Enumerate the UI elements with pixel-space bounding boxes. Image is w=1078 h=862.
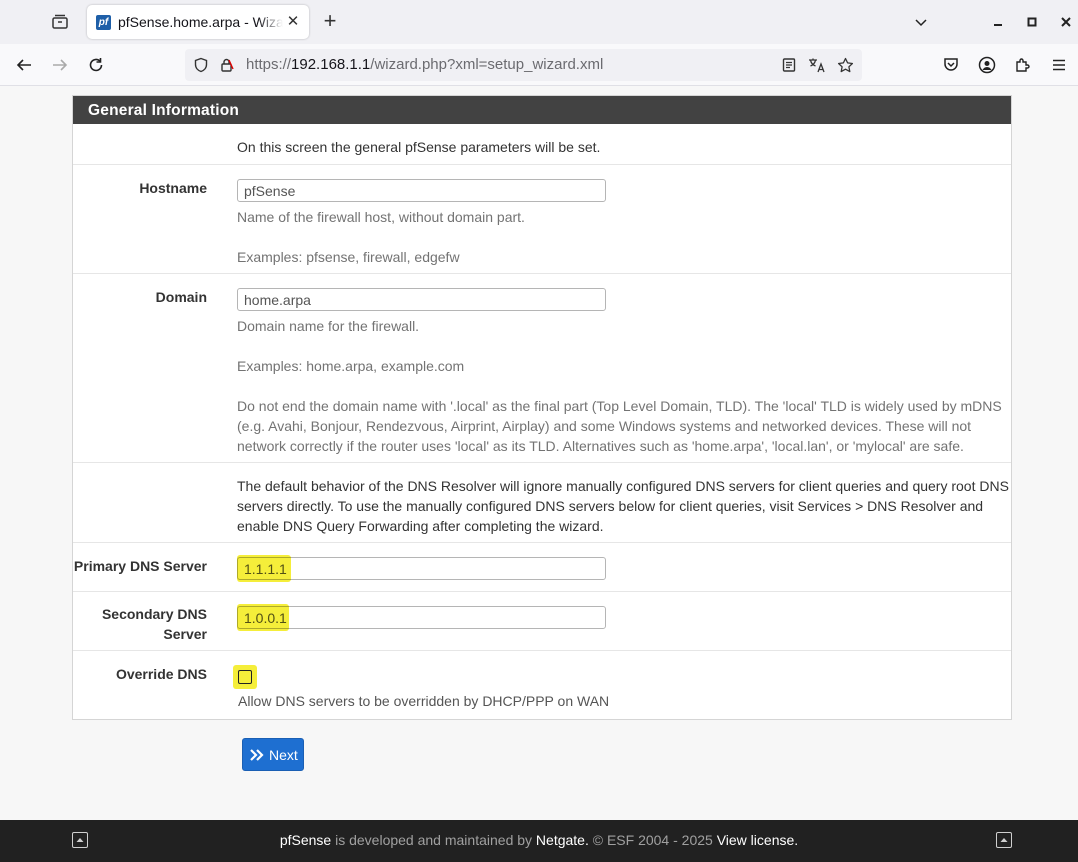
panel-heading: General Information <box>73 96 1011 124</box>
hostname-label: Hostname <box>139 180 207 196</box>
navigation-bar: https://192.168.1.1/wizard.php?xml=setup… <box>0 44 1078 86</box>
dns-note-line-3: enable DNS Query Forwarding after comple… <box>237 518 604 534</box>
primary-dns-input[interactable] <box>237 557 606 580</box>
hostname-examples: Examples: pfsense, firewall, edgefw <box>237 249 460 265</box>
reload-icon[interactable] <box>84 53 108 77</box>
intro-row: On this screen the general pfSense param… <box>73 124 1011 165</box>
primary-dns-label: Primary DNS Server <box>73 558 207 574</box>
dns-note-line-2: servers directly. To use the manually co… <box>237 498 984 514</box>
view-license-link[interactable]: View license. <box>717 832 798 848</box>
connection-warning-lock-icon[interactable] <box>218 56 236 74</box>
footer-text-1: is developed and maintained by <box>331 832 536 848</box>
extensions-puzzle-icon[interactable] <box>1011 53 1035 77</box>
footer: pfSense is developed and maintained by N… <box>0 820 1078 862</box>
override-dns-label: Override DNS <box>115 666 207 682</box>
tracking-shield-icon[interactable] <box>192 56 210 74</box>
translate-icon[interactable] <box>808 56 826 74</box>
primary-dns-row: Primary DNS Server <box>73 543 1011 592</box>
domain-help: Domain name for the firewall. <box>237 318 420 334</box>
override-dns-checkbox[interactable] <box>238 670 252 684</box>
browser-tab[interactable]: pf pfSense.home.arpa - Wizard ✕ <box>87 5 309 39</box>
general-information-panel: General Information On this screen the g… <box>72 95 1012 720</box>
tab-title: pfSense.home.arpa - Wizard <box>118 14 283 30</box>
hostname-help: Name of the firewall host, without domai… <box>237 209 525 225</box>
next-button[interactable]: Next <box>242 738 304 771</box>
domain-local-warning-line-1: Do not end the domain name with '.local'… <box>237 398 1002 414</box>
pfsense-favicon-icon: pf <box>96 14 111 30</box>
secondary-dns-label: Secondary DNS Server <box>102 604 207 644</box>
intro-text: On this screen the general pfSense param… <box>237 139 601 155</box>
close-window-icon[interactable] <box>1054 10 1078 34</box>
secondary-dns-input[interactable] <box>237 606 606 629</box>
override-dns-help: Allow DNS servers to be overridden by DH… <box>238 693 610 709</box>
domain-local-warning-line-3: network correctly if the router uses 'lo… <box>237 438 964 454</box>
hostname-row: Hostname Name of the firewall host, with… <box>73 165 1011 274</box>
address-bar[interactable]: https://192.168.1.1/wizard.php?xml=setup… <box>185 49 862 81</box>
domain-input[interactable] <box>237 288 606 311</box>
override-dns-row: Override DNS Allow DNS servers to be ove… <box>73 651 1011 719</box>
bookmark-star-icon[interactable] <box>836 56 854 74</box>
scroll-top-right-icon[interactable] <box>996 832 1012 848</box>
url-text[interactable]: https://192.168.1.1/wizard.php?xml=setup… <box>246 56 603 73</box>
tab-list-icon[interactable] <box>48 10 72 34</box>
footer-text: pfSense is developed and maintained by N… <box>0 832 1078 848</box>
dns-resolver-note-row: The default behavior of the DNS Resolver… <box>73 463 1011 543</box>
tab-bar: pf pfSense.home.arpa - Wizard ✕ + <box>0 0 1078 44</box>
pocket-icon[interactable] <box>939 53 963 77</box>
forward-arrow-icon[interactable] <box>48 53 72 77</box>
close-tab-icon[interactable]: ✕ <box>285 14 301 30</box>
secondary-dns-label-line-1: Secondary DNS <box>101 606 207 622</box>
domain-examples: Examples: home.arpa, example.com <box>237 358 465 374</box>
domain-local-warning-line-2: (e.g. Avahi, Bonjour, Rendezvous, Airpri… <box>237 418 972 434</box>
next-button-label: Next <box>269 746 298 763</box>
override-dns-checkbox-highlight <box>233 665 257 689</box>
double-chevron-right-icon <box>250 748 264 761</box>
secondary-dns-highlight <box>237 604 289 631</box>
domain-label: Domain <box>155 289 207 305</box>
secondary-dns-label-line-2: Server <box>163 626 207 642</box>
hamburger-menu-icon[interactable] <box>1047 53 1071 77</box>
tab-overflow-chevron-icon[interactable] <box>909 10 933 34</box>
account-icon[interactable] <box>975 53 999 77</box>
domain-row: Domain Domain name for the firewall. Exa… <box>73 274 1011 463</box>
footer-brand: pfSense <box>279 832 332 848</box>
dns-note-line-1: The default behavior of the DNS Resolver… <box>237 478 1009 494</box>
hostname-input[interactable] <box>237 179 606 202</box>
footer-company-link[interactable]: Netgate. <box>536 832 589 848</box>
footer-copyright: © ESF 2004 - 2025 <box>588 832 717 848</box>
primary-dns-highlight <box>237 555 291 582</box>
minimize-icon[interactable] <box>986 10 1010 34</box>
new-tab-icon[interactable]: + <box>318 10 342 34</box>
back-arrow-icon[interactable] <box>12 53 36 77</box>
secondary-dns-row: Secondary DNS Server <box>73 592 1011 651</box>
reader-view-icon[interactable] <box>780 56 798 74</box>
maximize-icon[interactable] <box>1020 10 1044 34</box>
